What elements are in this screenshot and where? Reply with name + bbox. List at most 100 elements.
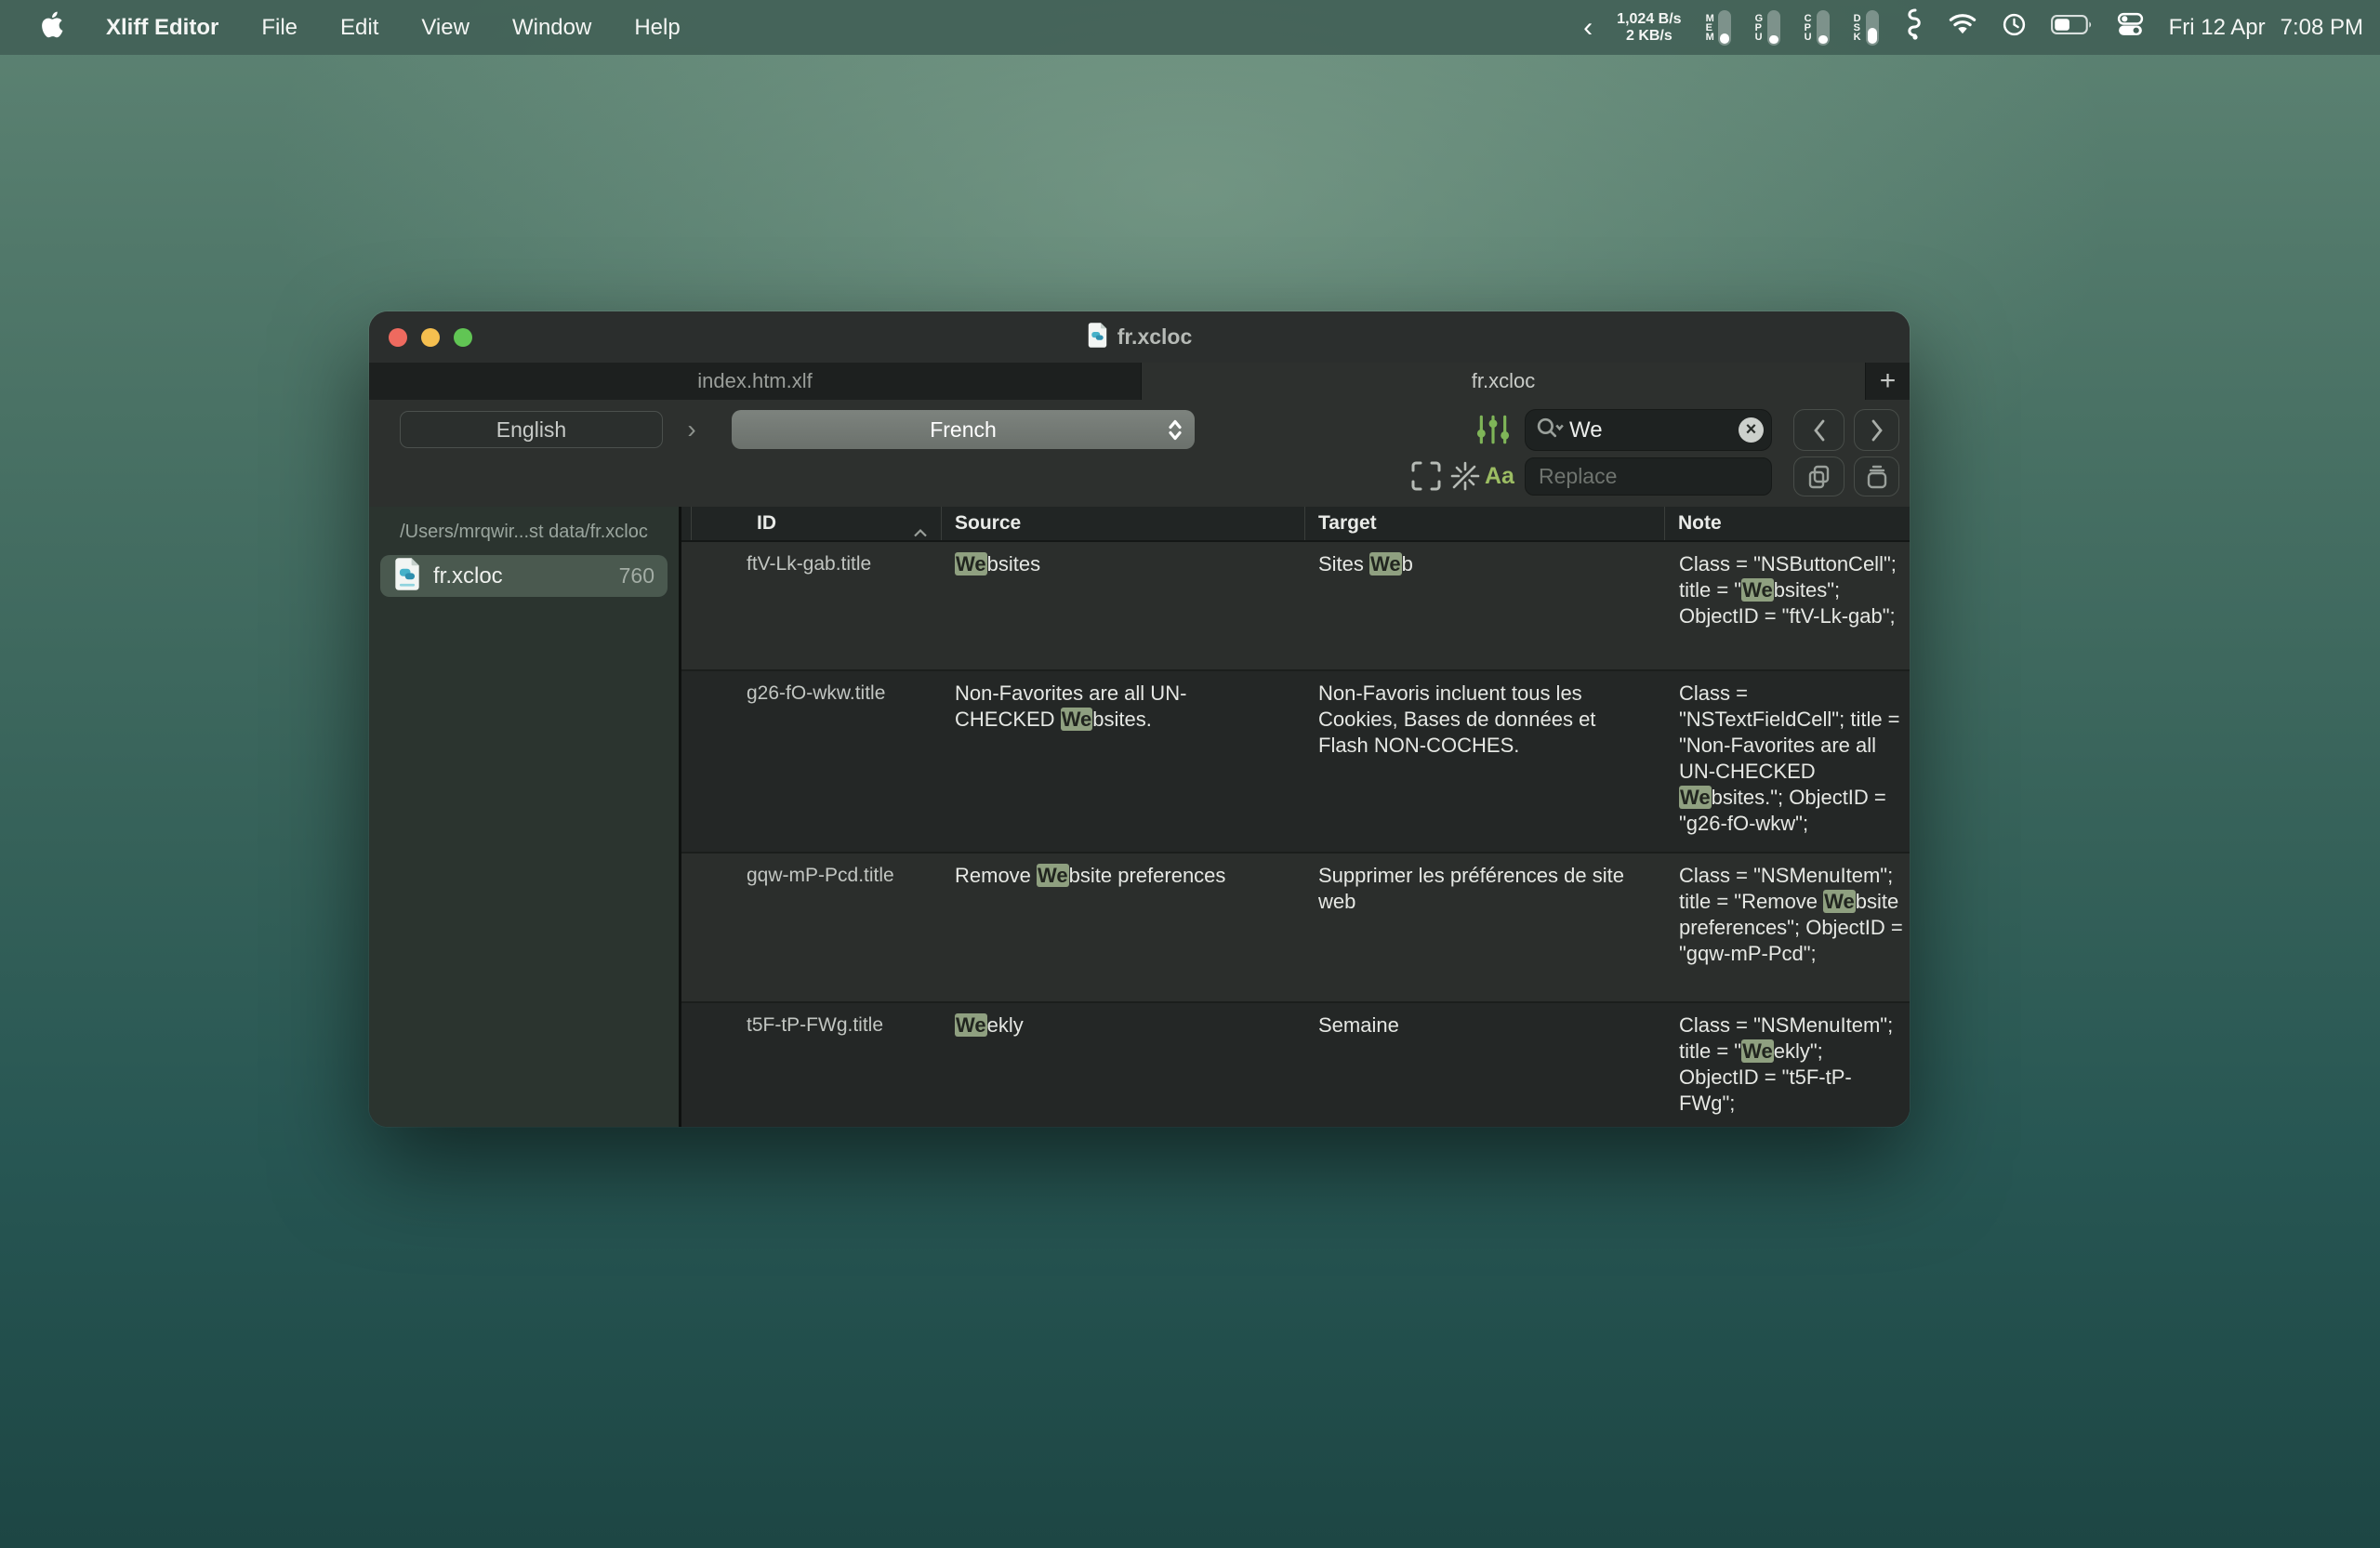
menu-item-window[interactable]: Window	[512, 15, 591, 41]
cell-target[interactable]: Semaine	[1305, 1003, 1665, 1127]
cell-source[interactable]: Non-Favorites are all UN-CHECKED Website…	[942, 671, 1305, 852]
search-query-text: We	[1569, 417, 1739, 443]
cell-note: Class = "NSButtonCell"; title = "Website…	[1665, 542, 1910, 669]
cell-text: Remove	[955, 864, 1037, 887]
cpu-gauge[interactable]: CPU	[1805, 10, 1830, 46]
column-header-note[interactable]: Note	[1665, 507, 1910, 540]
sidebar-item-fr-xcloc[interactable]: fr.xcloc 760	[380, 555, 668, 597]
memory-gauge[interactable]: MEM	[1706, 10, 1731, 46]
copy-button[interactable]	[1793, 456, 1844, 496]
target-language-popup[interactable]: French	[732, 410, 1195, 449]
menubar-expand-chevron-icon[interactable]: ‹	[1583, 14, 1593, 42]
menu-bar: Xliff Editor File Edit View Window Help …	[0, 0, 2380, 55]
cell-id: t5F-tP-FWg.title	[681, 1003, 942, 1127]
next-match-button[interactable]	[1854, 409, 1899, 451]
regex-wand-button[interactable]	[1448, 459, 1483, 493]
clock-time: 7:08 PM	[2281, 15, 2363, 41]
apple-menu-icon[interactable]	[41, 11, 63, 45]
search-magnifier-icon[interactable]	[1535, 416, 1564, 445]
selection-scope-button[interactable]	[1408, 459, 1444, 493]
cell-target[interactable]: Sites Web	[1305, 542, 1665, 669]
tab-fr-xcloc[interactable]: fr.xcloc	[1142, 363, 1865, 400]
xcloc-file-icon	[393, 557, 421, 596]
menu-app-name[interactable]: Xliff Editor	[106, 15, 218, 41]
cell-source[interactable]: Websites	[942, 542, 1305, 669]
column-header-id[interactable]: ID	[691, 507, 942, 540]
battery-icon[interactable]	[2051, 14, 2092, 42]
clock-date: Fri 12 Apr	[2169, 15, 2266, 41]
search-match-highlight: We	[955, 552, 987, 576]
cpu-gauge-pill	[1817, 10, 1830, 46]
toggles-menu-icon[interactable]	[2116, 10, 2145, 46]
paste-button[interactable]	[1854, 456, 1899, 496]
table-row[interactable]: ftV-Lk-gab.title Websites Sites Web Clas…	[681, 542, 1910, 669]
xliff-editor-window: fr.xcloc index.htm.xlf fr.xcloc + Englis…	[369, 311, 1910, 1127]
clear-search-button[interactable]: ×	[1739, 417, 1764, 443]
replace-input[interactable]	[1525, 457, 1772, 496]
tab-index-htm-xlf[interactable]: index.htm.xlf	[369, 363, 1142, 400]
popup-stepper-icon	[1167, 417, 1183, 448]
time-machine-icon[interactable]	[2002, 12, 2027, 44]
new-tab-button[interactable]: +	[1865, 363, 1910, 400]
sidebar-file-name: fr.xcloc	[433, 563, 503, 589]
search-match-highlight: We	[1823, 890, 1856, 913]
search-match-highlight: We	[1741, 578, 1774, 602]
column-header-id-label: ID	[757, 512, 776, 535]
table-header: ID Source Target Note	[681, 507, 1910, 542]
menu-item-edit[interactable]: Edit	[340, 15, 378, 41]
network-speed-status[interactable]: 1,024 B/s 2 KB/s	[1617, 11, 1681, 45]
gpu-gauge-pill	[1767, 10, 1780, 46]
cell-target[interactable]: Non-Favoris incluent tous les Cookies, B…	[1305, 671, 1665, 852]
cell-note: Class = "NSMenuItem"; title = "Weekly"; …	[1665, 1003, 1910, 1127]
wifi-icon[interactable]	[1948, 12, 1977, 43]
table-row[interactable]: g26-fO-wkw.title Non-Favorites are all U…	[681, 669, 1910, 852]
search-input[interactable]: We ×	[1525, 409, 1772, 451]
zoom-window-button[interactable]	[454, 328, 472, 347]
window-title: fr.xcloc	[1117, 324, 1193, 350]
table-row[interactable]: gqw-mP-Pcd.title Remove Website preferen…	[681, 852, 1910, 1001]
cell-target[interactable]: Supprimer les préférences de site web	[1305, 853, 1665, 1001]
match-case-toggle[interactable]: Aa	[1485, 459, 1514, 493]
cell-source[interactable]: Weekly	[942, 1003, 1305, 1127]
translation-table: ID Source Target Note ftV-Lk-gab.title W…	[681, 507, 1910, 1127]
memory-gauge-label: MEM	[1706, 14, 1715, 42]
cell-text: Non-Favoris incluent tous les Cookies, B…	[1318, 681, 1595, 757]
file-path-label: /Users/mrqwir...st data/fr.xcloc	[369, 522, 679, 543]
search-filter-button[interactable]	[1475, 414, 1511, 447]
search-match-highlight: We	[1679, 786, 1712, 809]
menubar-clock[interactable]: Fri 12 Apr 7:08 PM	[2169, 15, 2363, 41]
column-header-target[interactable]: Target	[1305, 507, 1665, 540]
cpu-gauge-label: CPU	[1805, 14, 1814, 42]
gpu-gauge-label: GPU	[1755, 14, 1765, 42]
window-controls	[369, 328, 472, 347]
cell-text: bsites	[987, 552, 1040, 576]
menu-item-view[interactable]: View	[421, 15, 469, 41]
language-direction-chevron-icon: ›	[680, 411, 704, 448]
cell-note: Class = "NSMenuItem"; title = "Remove We…	[1665, 853, 1910, 1001]
cell-id: ftV-Lk-gab.title	[681, 542, 942, 669]
search-match-highlight: We	[1037, 864, 1069, 887]
network-up-speed: 1,024 B/s	[1617, 11, 1681, 27]
previous-match-button[interactable]	[1793, 409, 1844, 451]
table-row[interactable]: t5F-tP-FWg.title Weekly Semaine Class = …	[681, 1001, 1910, 1127]
minimize-window-button[interactable]	[421, 328, 440, 347]
source-language-button[interactable]: English	[400, 411, 663, 448]
table-body: ftV-Lk-gab.title Websites Sites Web Clas…	[681, 542, 1910, 1127]
menu-item-help[interactable]: Help	[634, 15, 680, 41]
search-match-highlight: We	[1369, 552, 1402, 576]
column-header-source[interactable]: Source	[942, 507, 1305, 540]
cell-source[interactable]: Remove Website preferences	[942, 853, 1305, 1001]
document-icon	[1087, 322, 1108, 353]
gpu-gauge[interactable]: GPU	[1755, 10, 1780, 46]
window-titlebar[interactable]: fr.xcloc	[369, 311, 1910, 363]
close-window-button[interactable]	[389, 328, 407, 347]
window-main: /Users/mrqwir...st data/fr.xcloc fr.xclo…	[369, 507, 1910, 1127]
menu-item-file[interactable]: File	[261, 15, 298, 41]
disk-gauge[interactable]: DSK	[1854, 10, 1879, 46]
squiggle-menu-icon[interactable]	[1903, 7, 1924, 47]
sidebar-file-count-badge: 760	[619, 563, 654, 589]
cell-text: bsite preferences	[1069, 864, 1226, 887]
tab-bar: index.htm.xlf fr.xcloc +	[369, 363, 1910, 400]
cell-id: g26-fO-wkw.title	[681, 671, 942, 852]
toolbar: English › French We ×	[369, 400, 1910, 507]
